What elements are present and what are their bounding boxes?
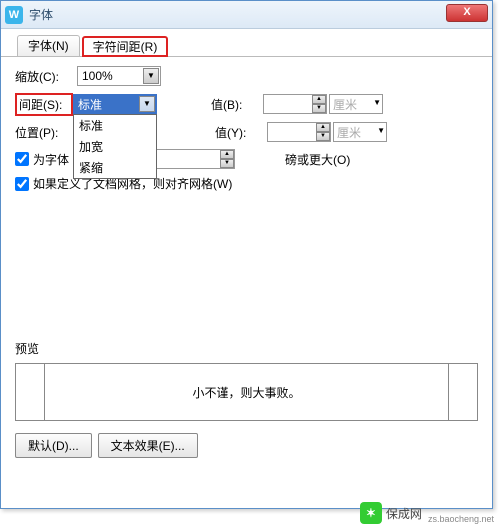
spacing-value-group: 值(B): ▲▼ ▼: [211, 94, 383, 114]
window-title: 字体: [29, 6, 53, 23]
watermark-sub: zs.baocheng.net: [428, 514, 494, 524]
spacing-option-standard[interactable]: 标准: [74, 115, 156, 136]
position-value-label: 值(Y):: [215, 124, 267, 141]
dialog-window: W 字体 X 字体(N) 字符间距(R) 缩放(C): ▼ 间距(S): ▼ 标…: [0, 0, 493, 509]
spin-up-icon[interactable]: ▲: [312, 95, 326, 104]
spacing-combo[interactable]: ▼ 标准 加宽 紧缩: [73, 94, 157, 114]
spin-down-icon[interactable]: ▼: [220, 159, 234, 168]
preview-text: 小不谨，则大事败。: [192, 384, 300, 401]
preview-label: 预览: [15, 340, 478, 357]
spin-up-icon[interactable]: ▲: [220, 150, 234, 159]
position-value-spinner[interactable]: ▲▼: [267, 122, 331, 142]
kerning-checkbox[interactable]: [15, 152, 29, 166]
text-effects-button[interactable]: 文本效果(E)...: [98, 433, 198, 458]
row-spacing: 间距(S): ▼ 标准 加宽 紧缩 值(B): ▲▼ ▼: [15, 93, 478, 115]
spin-down-icon[interactable]: ▼: [316, 132, 330, 141]
titlebar: W 字体 X: [1, 1, 492, 29]
scale-combo[interactable]: ▼: [77, 66, 161, 86]
position-label: 位置(P):: [15, 124, 77, 141]
grid-checkbox[interactable]: [15, 177, 29, 191]
footer: 默认(D)... 文本效果(E)...: [1, 425, 492, 466]
spin-up-icon[interactable]: ▲: [316, 123, 330, 132]
watermark-icon: ✶: [360, 502, 382, 524]
position-unit-combo[interactable]: ▼: [333, 122, 387, 142]
spacing-option-condensed[interactable]: 紧缩: [74, 157, 156, 178]
row-scale: 缩放(C): ▼: [15, 65, 478, 87]
spacing-dropdown: 标准 加宽 紧缩: [73, 114, 157, 179]
dropdown-arrow-icon[interactable]: ▼: [143, 68, 159, 84]
spacing-label: 间距(S):: [15, 93, 73, 116]
tab-font[interactable]: 字体(N): [17, 35, 80, 56]
dropdown-arrow-icon[interactable]: ▼: [377, 126, 385, 135]
tab-char-spacing[interactable]: 字符间距(R): [82, 36, 169, 57]
default-button[interactable]: 默认(D)...: [15, 433, 92, 458]
preview-box: 小不谨，则大事败。: [15, 363, 478, 421]
spacing-value-label: 值(B):: [211, 96, 263, 113]
kerning-label: 为字体: [33, 151, 69, 168]
dropdown-arrow-icon[interactable]: ▼: [139, 96, 155, 112]
close-button[interactable]: X: [446, 4, 488, 22]
spacing-option-expanded[interactable]: 加宽: [74, 136, 156, 157]
dialog-body: 缩放(C): ▼ 间距(S): ▼ 标准 加宽 紧缩 值(B):: [1, 57, 492, 425]
app-icon: W: [5, 6, 23, 24]
position-value-group: 值(Y): ▲▼ ▼: [215, 122, 387, 142]
spacing-value-spinner[interactable]: ▲▼: [263, 94, 327, 114]
watermark: ✶ 保成网 zs.baocheng.net: [360, 502, 494, 524]
preview-inner: 小不谨，则大事败。: [44, 364, 450, 420]
dropdown-arrow-icon[interactable]: ▼: [373, 98, 381, 107]
kerning-suffix: 磅或更大(O): [285, 151, 350, 168]
spacing-unit-combo[interactable]: ▼: [329, 94, 383, 114]
scale-label: 缩放(C):: [15, 68, 77, 85]
spin-down-icon[interactable]: ▼: [312, 104, 326, 113]
watermark-name: 保成网: [386, 505, 422, 522]
tab-strip: 字体(N) 字符间距(R): [1, 29, 492, 57]
